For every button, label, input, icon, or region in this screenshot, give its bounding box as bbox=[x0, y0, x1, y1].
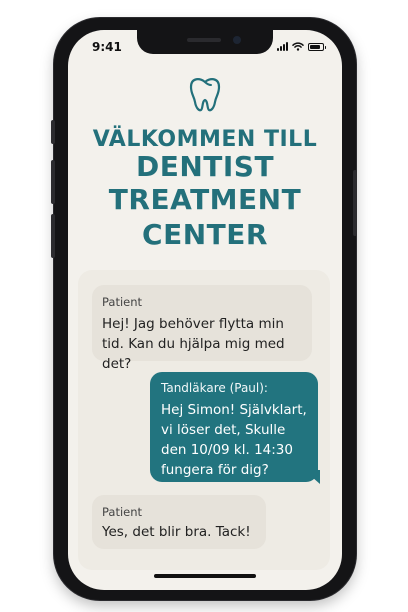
wifi-icon bbox=[292, 42, 304, 51]
message-bubble-dentist: Tandläkare (Paul): Hej Simon! Självklart… bbox=[150, 372, 318, 482]
title-line-center: CENTER bbox=[142, 218, 268, 251]
message-bubble-patient-2: Patient Yes, det blir bra. Tack! bbox=[92, 495, 266, 549]
battery-icon bbox=[308, 43, 326, 51]
message-text: Yes, det blir bra. Tack! bbox=[102, 524, 251, 540]
notch bbox=[137, 30, 273, 54]
cellular-signal-icon bbox=[277, 42, 288, 51]
title-line-treatment: TREATMENT bbox=[108, 183, 302, 216]
power-button bbox=[353, 170, 357, 236]
message-text: Hej! Jag behöver flytta min tid. Kan du … bbox=[102, 316, 285, 372]
front-camera bbox=[233, 36, 241, 44]
message-sender: Tandläkare (Paul): bbox=[161, 381, 268, 395]
phone-screen: 9:41 VÄLKOMMEN TILL DENTIST TREATMENT CE… bbox=[68, 30, 342, 590]
home-indicator[interactable] bbox=[154, 574, 256, 578]
status-time: 9:41 bbox=[92, 40, 122, 54]
title-line-dentist: DENTIST bbox=[135, 150, 275, 183]
mute-switch bbox=[51, 120, 55, 144]
bubble-tail bbox=[304, 470, 320, 484]
message-sender: Patient bbox=[102, 505, 143, 519]
volume-down-button bbox=[51, 214, 55, 258]
welcome-title: VÄLKOMMEN TILL bbox=[92, 127, 318, 152]
status-icons bbox=[277, 42, 326, 51]
tooth-icon bbox=[189, 78, 221, 112]
message-bubble-patient-1: Patient Hej! Jag behöver flytta min tid.… bbox=[92, 285, 312, 372]
volume-up-button bbox=[51, 160, 55, 204]
message-text: Hej Simon! Självklart, vi löser det, Sku… bbox=[161, 402, 307, 478]
message-sender: Patient bbox=[102, 295, 143, 309]
speaker-grille bbox=[187, 38, 221, 42]
